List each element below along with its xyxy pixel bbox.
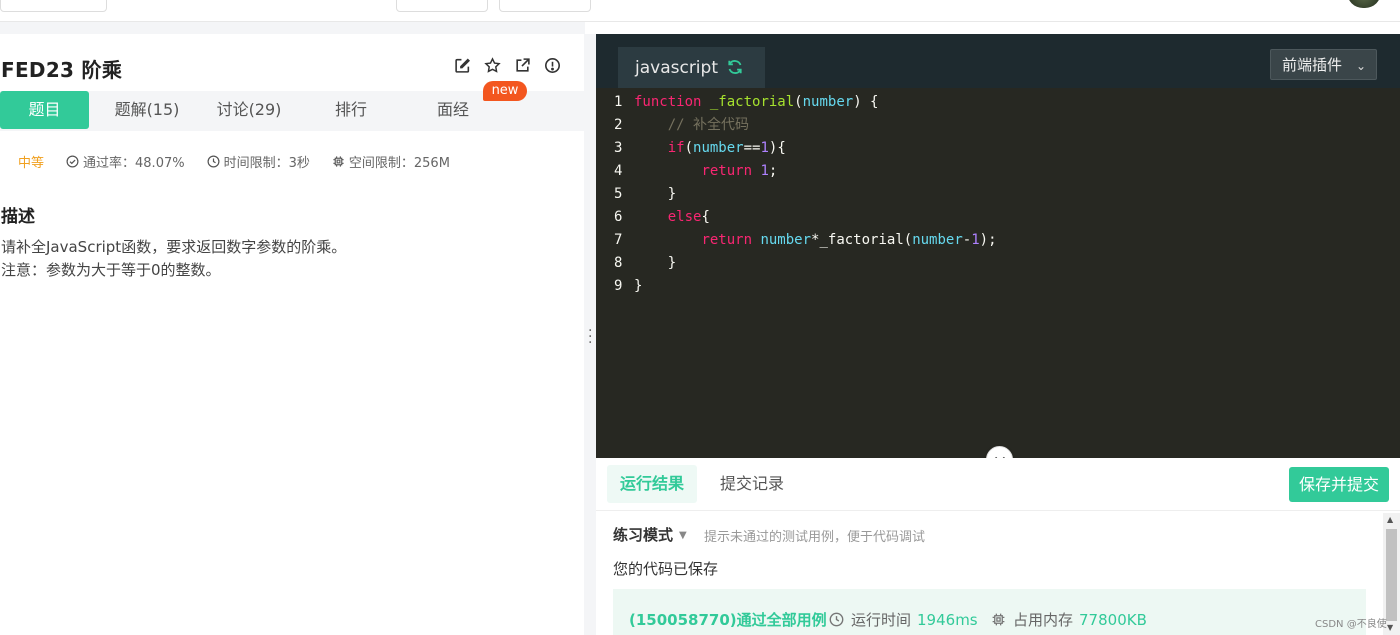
top-nav-button[interactable] [396, 0, 488, 12]
memory-label: 占用内存 [1013, 611, 1074, 629]
line-number: 6 [614, 209, 623, 225]
line-number: 9 [614, 278, 623, 294]
line-number: 5 [614, 186, 623, 202]
question-meta: 中等 通过率：48.07% 时间限制：3秒 空间限制：256M [0, 151, 472, 171]
saved-message: 您的代码已保存 [613, 560, 719, 578]
scrollbar-thumb[interactable] [1386, 529, 1397, 621]
description-heading: 描述 [1, 207, 35, 227]
tab-submission-history[interactable]: 提交记录 [707, 465, 797, 503]
space-limit-text: 空间限制：256M [348, 155, 450, 171]
top-nav-button[interactable] [499, 0, 591, 12]
line-number: 2 [614, 117, 623, 133]
pass-message: (150058770)通过全部用例 [629, 611, 827, 629]
tab-solutions[interactable]: 题解(15) [102, 91, 192, 129]
line-number: 4 [614, 163, 623, 179]
chip-icon [333, 155, 344, 167]
language-tab[interactable]: javascript [618, 47, 765, 88]
chip-icon [992, 613, 1005, 626]
watermark: CSDN @不良使 [1315, 619, 1387, 630]
runtime-value: 1946ms [917, 610, 978, 629]
difficulty-label: 中等 [18, 155, 45, 171]
share-icon[interactable] [513, 56, 531, 74]
pass-rate-text: 通过率：48.07% [83, 155, 185, 171]
spacer [0, 22, 585, 34]
scroll-down-icon[interactable]: ▼ [1387, 623, 1393, 632]
check-circle-icon [66, 155, 79, 167]
tab-ranking[interactable]: 排行 [306, 91, 396, 129]
top-nav-button[interactable] [0, 0, 107, 12]
tab-description[interactable]: 题目 [0, 91, 89, 129]
results-panel: 运行结果 提交记录 保存并提交 练习模式 ▼ 提示未通过的测试用例，便于代码调试 … [596, 458, 1400, 635]
edit-icon[interactable] [453, 56, 471, 74]
pass-rate: 通过率：48.07% [66, 152, 185, 171]
time-limit-text: 时间限制：3秒 [223, 155, 310, 171]
runtime-label: 运行时间 [851, 611, 912, 629]
star-icon[interactable] [483, 56, 501, 74]
description-text: 请补全JavaScript函数，要求返回数字参数的阶乘。 注意：参数为大于等于0… [1, 236, 346, 282]
line-number: 8 [614, 255, 623, 271]
memory-stat: 占用内存 77800KB [991, 609, 1147, 630]
line-number: 3 [614, 140, 623, 156]
time-limit: 时间限制：3秒 [207, 152, 310, 171]
scroll-up-icon[interactable]: ▲ [1387, 515, 1393, 524]
mode-hint: 提示未通过的测试用例，便于代码调试 [704, 530, 926, 545]
save-submit-button[interactable]: 保存并提交 [1289, 467, 1389, 502]
description-line: 请补全JavaScript函数，要求返回数字参数的阶乘。 [1, 238, 347, 256]
runtime-stat: 运行时间 1946ms [829, 609, 978, 630]
language-label: javascript [635, 58, 718, 78]
chevron-down-icon: ⌄ [1355, 59, 1366, 73]
results-tabs: 运行结果 提交记录 保存并提交 [596, 458, 1400, 511]
mode-selector[interactable]: 练习模式 ▼ [613, 524, 687, 545]
top-bar [0, 0, 1400, 22]
plugin-label: 前端插件 [1282, 56, 1343, 74]
refresh-icon[interactable] [726, 58, 744, 76]
clock-icon [829, 612, 844, 627]
tab-run-result[interactable]: 运行结果 [607, 465, 698, 503]
new-badge: new [483, 81, 527, 101]
space-limit: 空间限制：256M [332, 152, 450, 171]
mode-label: 练习模式 [613, 526, 674, 544]
report-icon[interactable] [543, 56, 561, 74]
line-number: 7 [614, 232, 623, 248]
question-panel: FED23 阶乘 题目 题解(15) 讨论(29) 排行 面经 new 中等 通… [0, 34, 584, 635]
result-summary: (150058770)通过全部用例 运行时间 1946ms 占用内存 77800KB [613, 589, 1366, 635]
tab-discussion[interactable]: 讨论(29) [204, 91, 294, 129]
panel-resizer[interactable]: · · · [584, 34, 596, 635]
drag-handle-icon[interactable]: · · · [588, 324, 592, 350]
question-title: FED23 阶乘 [1, 58, 123, 82]
avatar[interactable] [1347, 0, 1381, 8]
caret-down-icon: ▼ [679, 530, 687, 541]
plugin-dropdown[interactable]: 前端插件 ⌄ [1270, 49, 1377, 80]
editor-header: javascript 前端插件 ⌄ [596, 34, 1400, 88]
description-line: 注意：参数为大于等于0的整数。 [1, 261, 221, 279]
line-number: 1 [614, 94, 623, 110]
memory-value: 77800KB [1079, 610, 1147, 629]
clock-icon [207, 155, 220, 167]
code-editor[interactable]: javascript 前端插件 ⌄ 1 function _factorial(n… [596, 34, 1400, 458]
